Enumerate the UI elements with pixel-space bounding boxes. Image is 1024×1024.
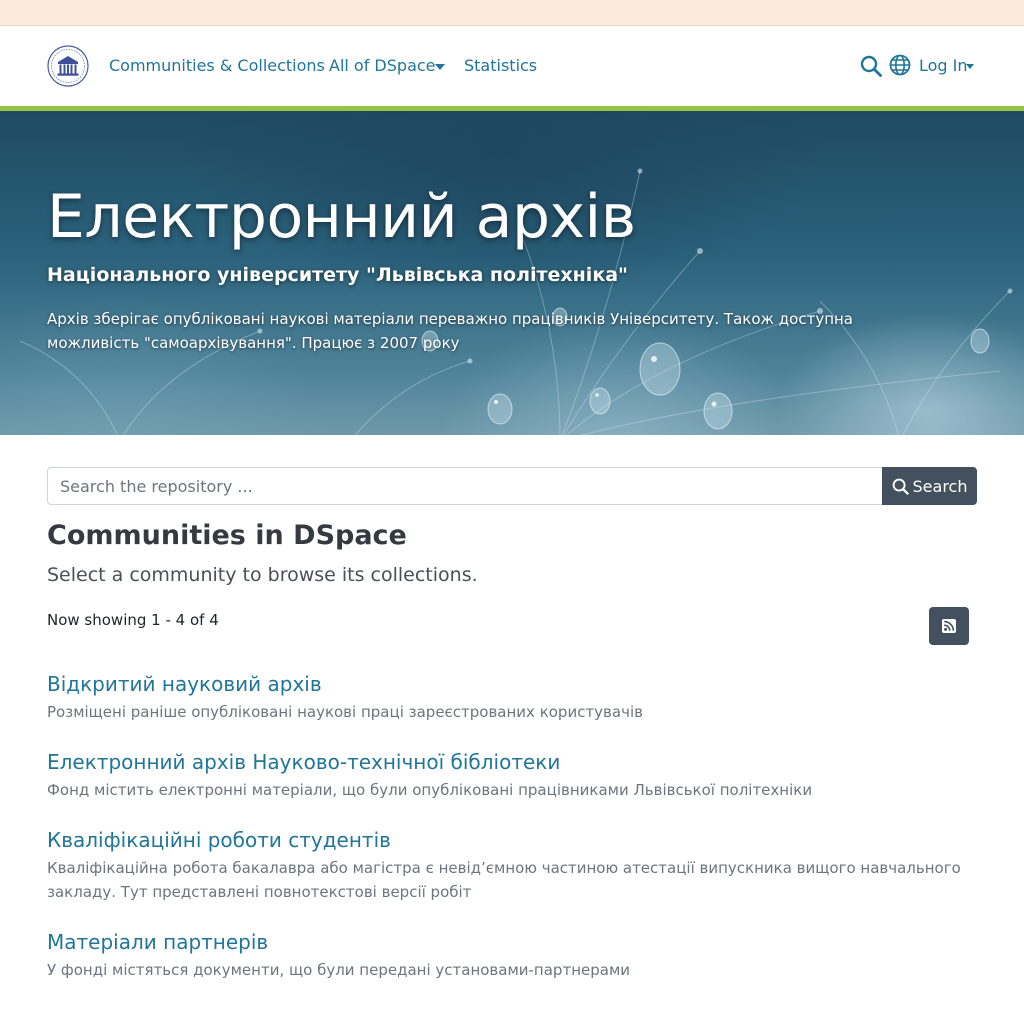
community-list-item: Матеріали партнерів У фонді містяться до… — [47, 928, 982, 982]
login-dropdown[interactable]: Log In — [919, 56, 968, 76]
community-link[interactable]: Електронний архів Науково-технічної бібл… — [47, 748, 982, 776]
nav-communities-collections[interactable]: Communities & Collections — [109, 56, 325, 76]
nav-statistics[interactable]: Statistics — [464, 56, 537, 76]
globe-icon[interactable] — [889, 54, 911, 76]
search-icon — [892, 478, 909, 495]
top-notice-banner — [0, 0, 1024, 26]
chevron-down-icon[interactable] — [435, 64, 445, 70]
community-link[interactable]: Відкритий науковий архів — [47, 670, 982, 698]
community-list-item: Електронний архів Науково-технічної бібл… — [47, 748, 982, 802]
community-description: Кваліфікаційна робота бакалавра або магі… — [47, 859, 961, 901]
community-description: Розміщені раніше опубліковані наукові пр… — [47, 703, 643, 721]
chevron-down-icon[interactable] — [966, 64, 974, 69]
hero-description: Архів зберігає опубліковані наукові мате… — [47, 310, 854, 352]
community-link[interactable]: Кваліфікаційні роботи студентів — [47, 826, 982, 854]
community-description: Фонд містить електронні матеріали, що бу… — [47, 781, 813, 799]
communities-section-title: Communities in DSpace — [47, 520, 407, 551]
pagination-showing-text: Now showing 1 - 4 of 4 — [47, 611, 219, 629]
search-button-label: Search — [912, 476, 968, 496]
university-logo-icon[interactable] — [47, 45, 89, 87]
community-list-item: Кваліфікаційні роботи студентів Кваліфік… — [47, 826, 982, 904]
community-link[interactable]: Матеріали партнерів — [47, 928, 982, 956]
rss-icon — [942, 619, 956, 633]
communities-section-lead: Select a community to browse its collect… — [47, 564, 478, 586]
nav-all-of-dspace[interactable]: All of DSpace — [329, 56, 436, 76]
community-list-item: Відкритий науковий архів Розміщені раніш… — [47, 670, 982, 724]
community-description: У фонді містяться документи, що були пер… — [47, 961, 631, 979]
hero-title: Електронний архів — [47, 182, 636, 252]
repository-search-input[interactable] — [47, 467, 883, 505]
hero-subtitle: Національного університету "Львівська по… — [47, 264, 628, 286]
hero-banner: Електронний архів Національного універси… — [0, 111, 1024, 435]
search-button[interactable]: Search — [882, 467, 977, 505]
rss-feed-button[interactable] — [929, 607, 969, 645]
search-icon[interactable] — [860, 55, 882, 77]
